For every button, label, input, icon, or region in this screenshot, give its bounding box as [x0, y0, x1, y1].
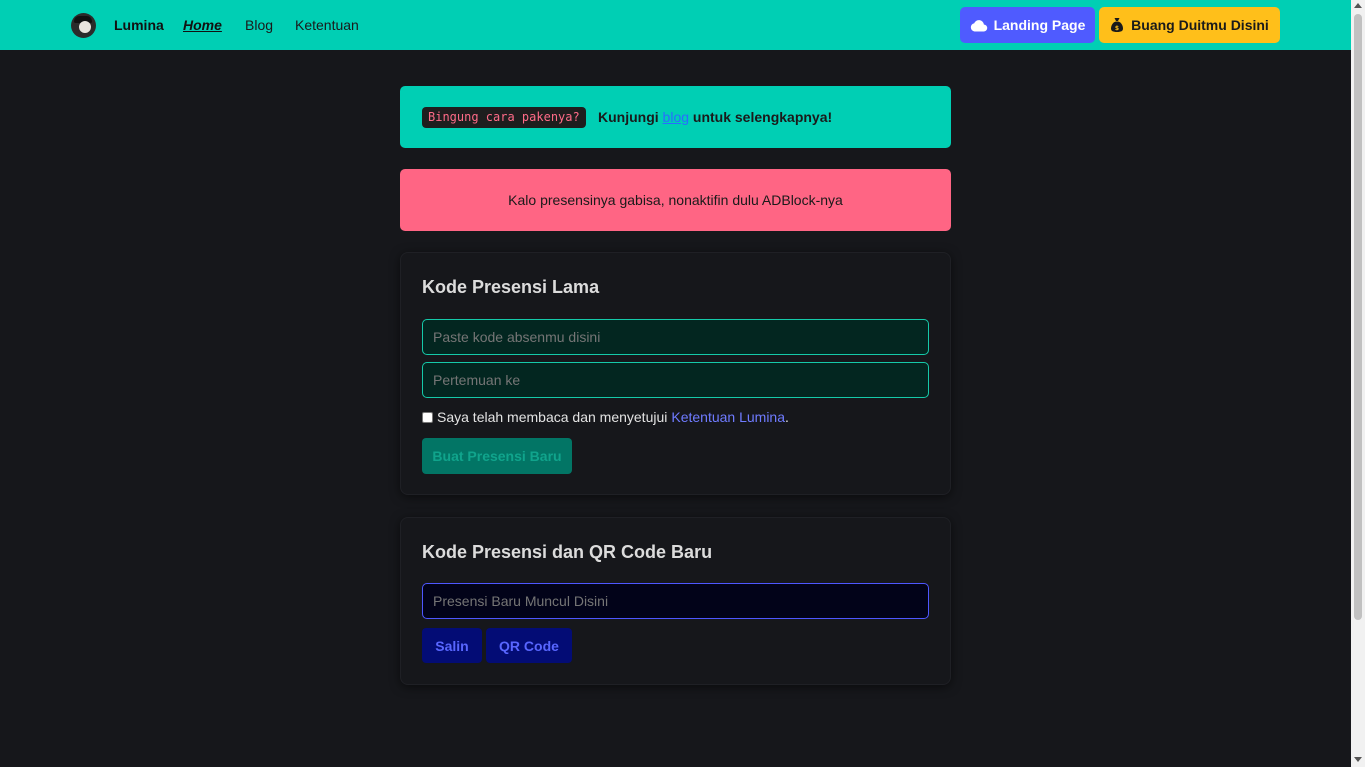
old-code-input[interactable]: [422, 319, 929, 355]
qr-code-button[interactable]: QR Code: [486, 628, 572, 663]
terms-agreement: Saya telah membaca dan menyetujui Ketent…: [422, 409, 789, 425]
nav-link-terms[interactable]: Ketentuan: [295, 17, 359, 33]
meeting-number-input[interactable]: [422, 362, 929, 398]
logo-face: [79, 21, 91, 33]
new-code-output[interactable]: [422, 583, 929, 619]
info-text-before: Kunjungi: [598, 109, 659, 125]
donate-button[interactable]: $ Buang Duitmu Disini: [1099, 7, 1280, 43]
adblock-warning-text: Kalo presensinya gabisa, nonaktifin dulu…: [508, 192, 843, 208]
old-code-card: Kode Presensi Lama Saya telah membaca da…: [400, 252, 951, 495]
svg-text:$: $: [1115, 25, 1119, 32]
adblock-warning-alert: Kalo presensinya gabisa, nonaktifin dulu…: [400, 169, 951, 231]
blog-link[interactable]: blog: [663, 109, 689, 125]
nav-link-home[interactable]: Home: [183, 17, 222, 33]
landing-page-label: Landing Page: [993, 17, 1086, 33]
copy-button[interactable]: Salin: [422, 628, 482, 663]
nav-link-blog[interactable]: Blog: [245, 17, 273, 33]
navbar: Lumina Home Blog Ketentuan Landing Page …: [0, 0, 1351, 50]
new-code-title: Kode Presensi dan QR Code Baru: [422, 542, 713, 562]
brand-name[interactable]: Lumina: [114, 17, 164, 33]
scroll-down-arrow-icon[interactable]: [1354, 757, 1362, 762]
agree-text: Saya telah membaca dan menyetujui: [437, 409, 668, 425]
info-text-after: untuk selengkapnya!: [692, 109, 833, 125]
terms-checkbox[interactable]: [422, 411, 433, 423]
agree-suffix: .: [785, 409, 789, 425]
landing-page-button[interactable]: Landing Page: [960, 7, 1095, 43]
old-code-title: Kode Presensi Lama: [422, 277, 600, 297]
info-alert: Bingung cara pakenya? Kunjungi blog untu…: [400, 86, 951, 148]
scroll-up-arrow-icon[interactable]: [1354, 3, 1362, 8]
cloud-icon: [970, 19, 987, 32]
brand-logo[interactable]: [71, 13, 96, 38]
help-badge: Bingung cara pakenya?: [422, 107, 586, 128]
create-attendance-button[interactable]: Buat Presensi Baru: [422, 438, 572, 474]
scrollbar-thumb[interactable]: [1354, 14, 1362, 620]
terms-link[interactable]: Ketentuan Lumina: [671, 409, 785, 425]
new-code-card: Kode Presensi dan QR Code Baru Salin QR …: [400, 517, 951, 685]
scrollbar[interactable]: [1351, 0, 1365, 767]
money-bag-icon: $: [1111, 18, 1124, 32]
donate-label: Buang Duitmu Disini: [1131, 17, 1269, 33]
info-text: Kunjungi blog untuk selengkapnya!: [598, 109, 832, 125]
